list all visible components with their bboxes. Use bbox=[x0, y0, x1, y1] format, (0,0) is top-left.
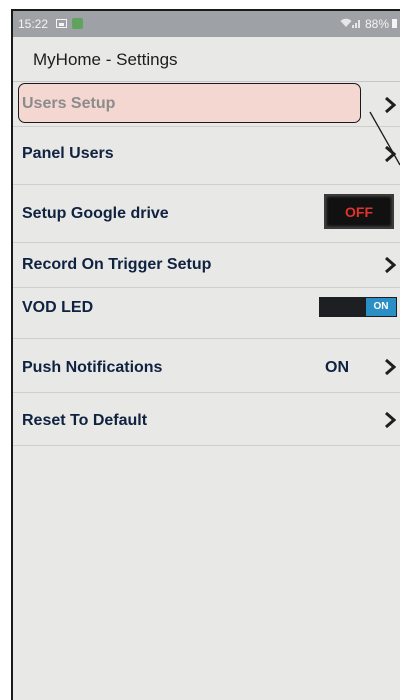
record-on-trigger-label: Record On Trigger Setup bbox=[22, 256, 212, 273]
page-title: MyHome - Settings bbox=[33, 50, 178, 69]
chevron-right-icon bbox=[385, 359, 396, 375]
google-drive-toggle-text: OFF bbox=[345, 204, 373, 220]
chevron-right-icon bbox=[385, 97, 396, 113]
settings-list: Users Setup Panel Users Setup Google dri… bbox=[13, 82, 400, 446]
app-bar: MyHome - Settings bbox=[13, 37, 400, 82]
settings-item-users-setup[interactable]: Users Setup bbox=[13, 82, 400, 127]
chevron-right-icon bbox=[385, 257, 396, 273]
wifi-icon bbox=[340, 18, 352, 27]
settings-item-vod-led[interactable]: VOD LED ON bbox=[13, 288, 400, 339]
setup-google-drive-label: Setup Google drive bbox=[22, 205, 169, 222]
signal-icon bbox=[352, 20, 360, 28]
chevron-right-icon bbox=[385, 146, 396, 162]
battery-icon bbox=[392, 19, 397, 28]
vod-led-toggle-knob: ON bbox=[366, 298, 396, 316]
status-bar: 15:22 88% bbox=[13, 11, 400, 37]
chevron-right-icon bbox=[385, 412, 396, 428]
google-drive-toggle[interactable]: OFF bbox=[324, 194, 394, 229]
panel-users-label: Panel Users bbox=[22, 145, 114, 162]
vod-led-label: VOD LED bbox=[22, 299, 94, 316]
battery-percentage: 88% bbox=[364, 17, 389, 31]
settings-item-panel-users[interactable]: Panel Users bbox=[13, 127, 400, 185]
push-notifications-label: Push Notifications bbox=[22, 359, 163, 376]
settings-item-reset-to-default[interactable]: Reset To Default bbox=[13, 393, 400, 446]
reset-to-default-label: Reset To Default bbox=[22, 412, 148, 429]
push-notifications-value: ON bbox=[325, 359, 349, 376]
page: 15:22 88% MyHome - Settings Users Setup bbox=[0, 0, 400, 700]
settings-item-record-on-trigger[interactable]: Record On Trigger Setup bbox=[13, 243, 400, 288]
image-notification-icon bbox=[56, 19, 67, 28]
app-notification-icon bbox=[72, 18, 83, 29]
settings-item-setup-google-drive[interactable]: Setup Google drive OFF bbox=[13, 185, 400, 243]
phone-screen: 15:22 88% MyHome - Settings Users Setup bbox=[11, 9, 400, 700]
vod-led-toggle-text: ON bbox=[373, 301, 389, 312]
vod-led-toggle[interactable]: ON bbox=[319, 297, 397, 317]
status-time: 15:22 bbox=[18, 17, 49, 31]
users-setup-label: Users Setup bbox=[22, 95, 116, 112]
settings-item-push-notifications[interactable]: Push Notifications ON bbox=[13, 339, 400, 393]
